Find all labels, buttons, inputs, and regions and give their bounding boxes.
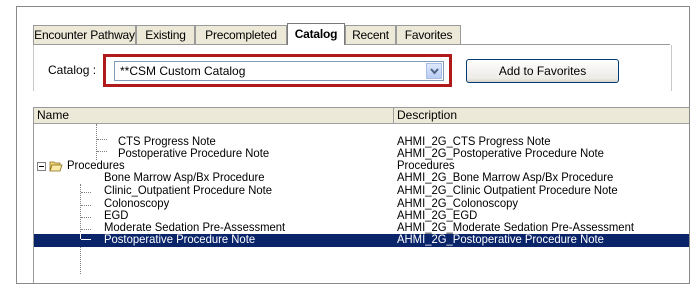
list-item[interactable]: Postoperative Procedure Note AHMI_2G_Pos… [34,146,689,160]
item-description: AHMI_2G_Postoperative Procedure Note [397,232,604,246]
catalog-select[interactable]: **CSM Custom Catalog [114,61,444,81]
item-description: AHMI_2G_Bone Marrow Asp/Bx Procedure [397,170,614,184]
dropdown-arrow-button[interactable] [426,63,442,79]
catalog-list: Name Description CTS Progress Note AHMI_… [33,107,689,283]
tab-catalog[interactable]: Catalog [287,23,345,45]
catalog-panel: Encounter Pathway Existing Precompleted … [17,7,689,283]
catalog-tab-pane: Catalog : **CSM Custom Catalog Add to Fa… [33,45,672,91]
column-header-name[interactable]: Name [34,108,394,124]
catalog-select-value: **CSM Custom Catalog [120,64,246,78]
tab-encounter-pathway[interactable]: Encounter Pathway [33,25,136,44]
list-item-selected[interactable]: Postoperative Procedure Note AHMI_2G_Pos… [34,232,689,247]
list-item[interactable]: Colonoscopy AHMI_2G_Colonoscopy [34,196,689,210]
catalog-label: Catalog : [48,63,97,77]
tab-recent[interactable]: Recent [345,25,396,44]
item-name: Clinic_Outpatient Procedure Note [104,183,273,197]
catalog-window: Encounter Pathway Existing Precompleted … [16,6,690,284]
tab-existing[interactable]: Existing [136,25,195,44]
item-name: Postoperative Procedure Note [118,146,270,160]
chevron-down-icon [430,68,439,75]
item-name: Bone Marrow Asp/Bx Procedure [104,170,265,184]
open-folder-icon [49,161,63,172]
item-description: AHMI_2G_Clinic Outpatient Procedure Note [397,183,618,197]
tab-favorites[interactable]: Favorites [396,25,461,44]
column-header-description[interactable]: Description [394,108,689,124]
collapse-icon[interactable] [37,162,46,171]
tree-branch [81,239,91,240]
item-name: Postoperative Procedure Note [104,232,256,246]
tab-precompleted[interactable]: Precompleted [195,25,287,44]
add-to-favorites-button[interactable]: Add to Favorites [466,59,619,83]
